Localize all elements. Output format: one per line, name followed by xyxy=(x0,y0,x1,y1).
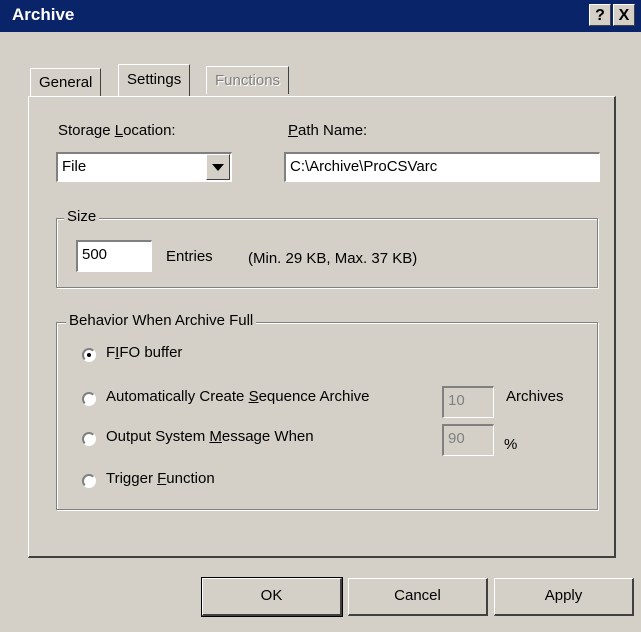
tab-functions: Functions xyxy=(206,66,290,94)
title-bar[interactable]: Archive ? X xyxy=(0,0,641,32)
help-button[interactable]: ? xyxy=(589,4,611,26)
window-title: Archive xyxy=(12,5,75,24)
ok-button[interactable]: OK xyxy=(201,577,343,617)
archive-dialog: Archive ? X General Settings Functions S… xyxy=(0,0,641,632)
close-button[interactable]: X xyxy=(613,4,635,26)
apply-button[interactable]: Apply xyxy=(494,578,634,616)
tab-general[interactable]: General xyxy=(30,68,102,96)
settings-panel xyxy=(28,96,616,558)
cancel-button[interactable]: Cancel xyxy=(348,578,488,616)
tab-settings[interactable]: Settings xyxy=(118,64,191,96)
